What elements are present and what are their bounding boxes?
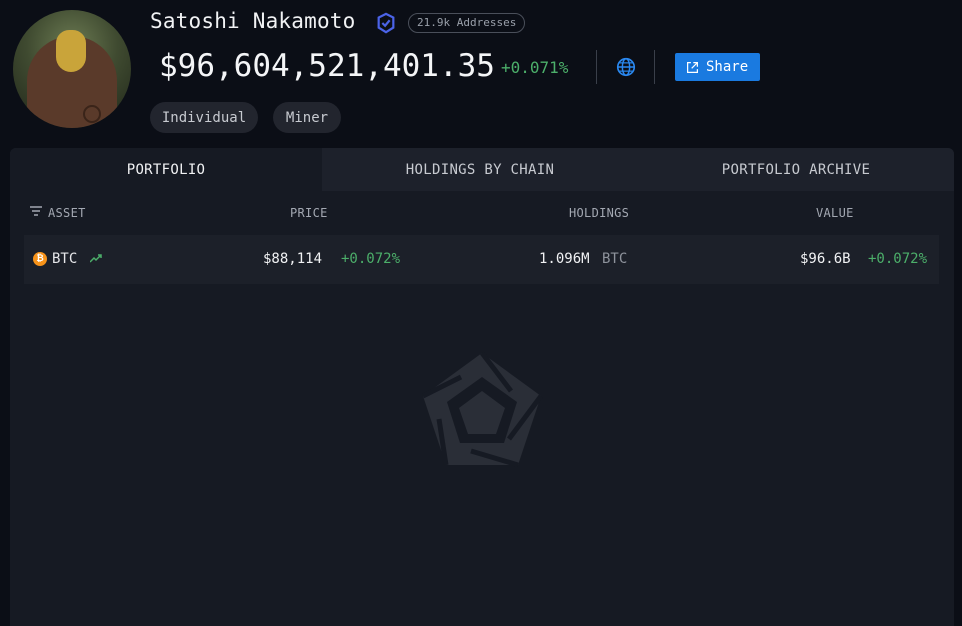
total-balance: $96,604,521,401.35 (159, 48, 495, 84)
external-link-icon (687, 61, 698, 73)
globe-icon[interactable] (615, 56, 637, 78)
asset-price-change: +0.072% (341, 251, 401, 267)
tab-holdings-by-chain[interactable]: HOLDINGS BY CHAIN (322, 148, 638, 191)
asset-value-change: +0.072% (868, 251, 928, 267)
share-label: Share (706, 59, 749, 75)
asset-price: $88,114 (263, 251, 323, 267)
asset-holdings-unit: BTC (602, 251, 628, 267)
column-header-value[interactable]: VALUE (816, 206, 854, 220)
avatar-mask (56, 30, 86, 72)
column-header-asset[interactable]: ASSET (48, 206, 86, 220)
divider (596, 50, 597, 84)
tag-individual[interactable]: Individual (150, 102, 258, 133)
trending-up-icon (90, 254, 102, 263)
table-row[interactable]: ₿ BTC $88,114 +0.072% 1.096M BTC $96.6B … (24, 235, 939, 284)
asset-value: $96.6B (800, 251, 851, 267)
addresses-badge[interactable]: 21.9k Addresses (408, 13, 526, 33)
avatar (13, 10, 131, 128)
filter-icon[interactable] (30, 206, 42, 216)
bitcoin-icon: ₿ (33, 252, 47, 266)
share-button[interactable]: Share (675, 53, 760, 81)
verified-shield-icon (377, 12, 395, 34)
portfolio-panel: PORTFOLIO HOLDINGS BY CHAIN PORTFOLIO AR… (10, 148, 954, 626)
tab-portfolio[interactable]: PORTFOLIO (10, 148, 322, 191)
tab-bar: PORTFOLIO HOLDINGS BY CHAIN PORTFOLIO AR… (10, 148, 954, 191)
tab-portfolio-archive[interactable]: PORTFOLIO ARCHIVE (638, 148, 954, 191)
column-header-price[interactable]: PRICE (290, 206, 328, 220)
column-header-holdings[interactable]: HOLDINGS (569, 206, 629, 220)
asset-symbol[interactable]: BTC (52, 251, 77, 267)
tag-miner[interactable]: Miner (273, 102, 341, 133)
total-balance-change: +0.071% (501, 58, 569, 77)
entity-name: Satoshi Nakamoto (150, 9, 356, 33)
avatar-logo (83, 105, 101, 123)
asset-holdings: 1.096M (539, 251, 590, 267)
divider (654, 50, 655, 84)
arkham-logo-icon (421, 351, 543, 467)
